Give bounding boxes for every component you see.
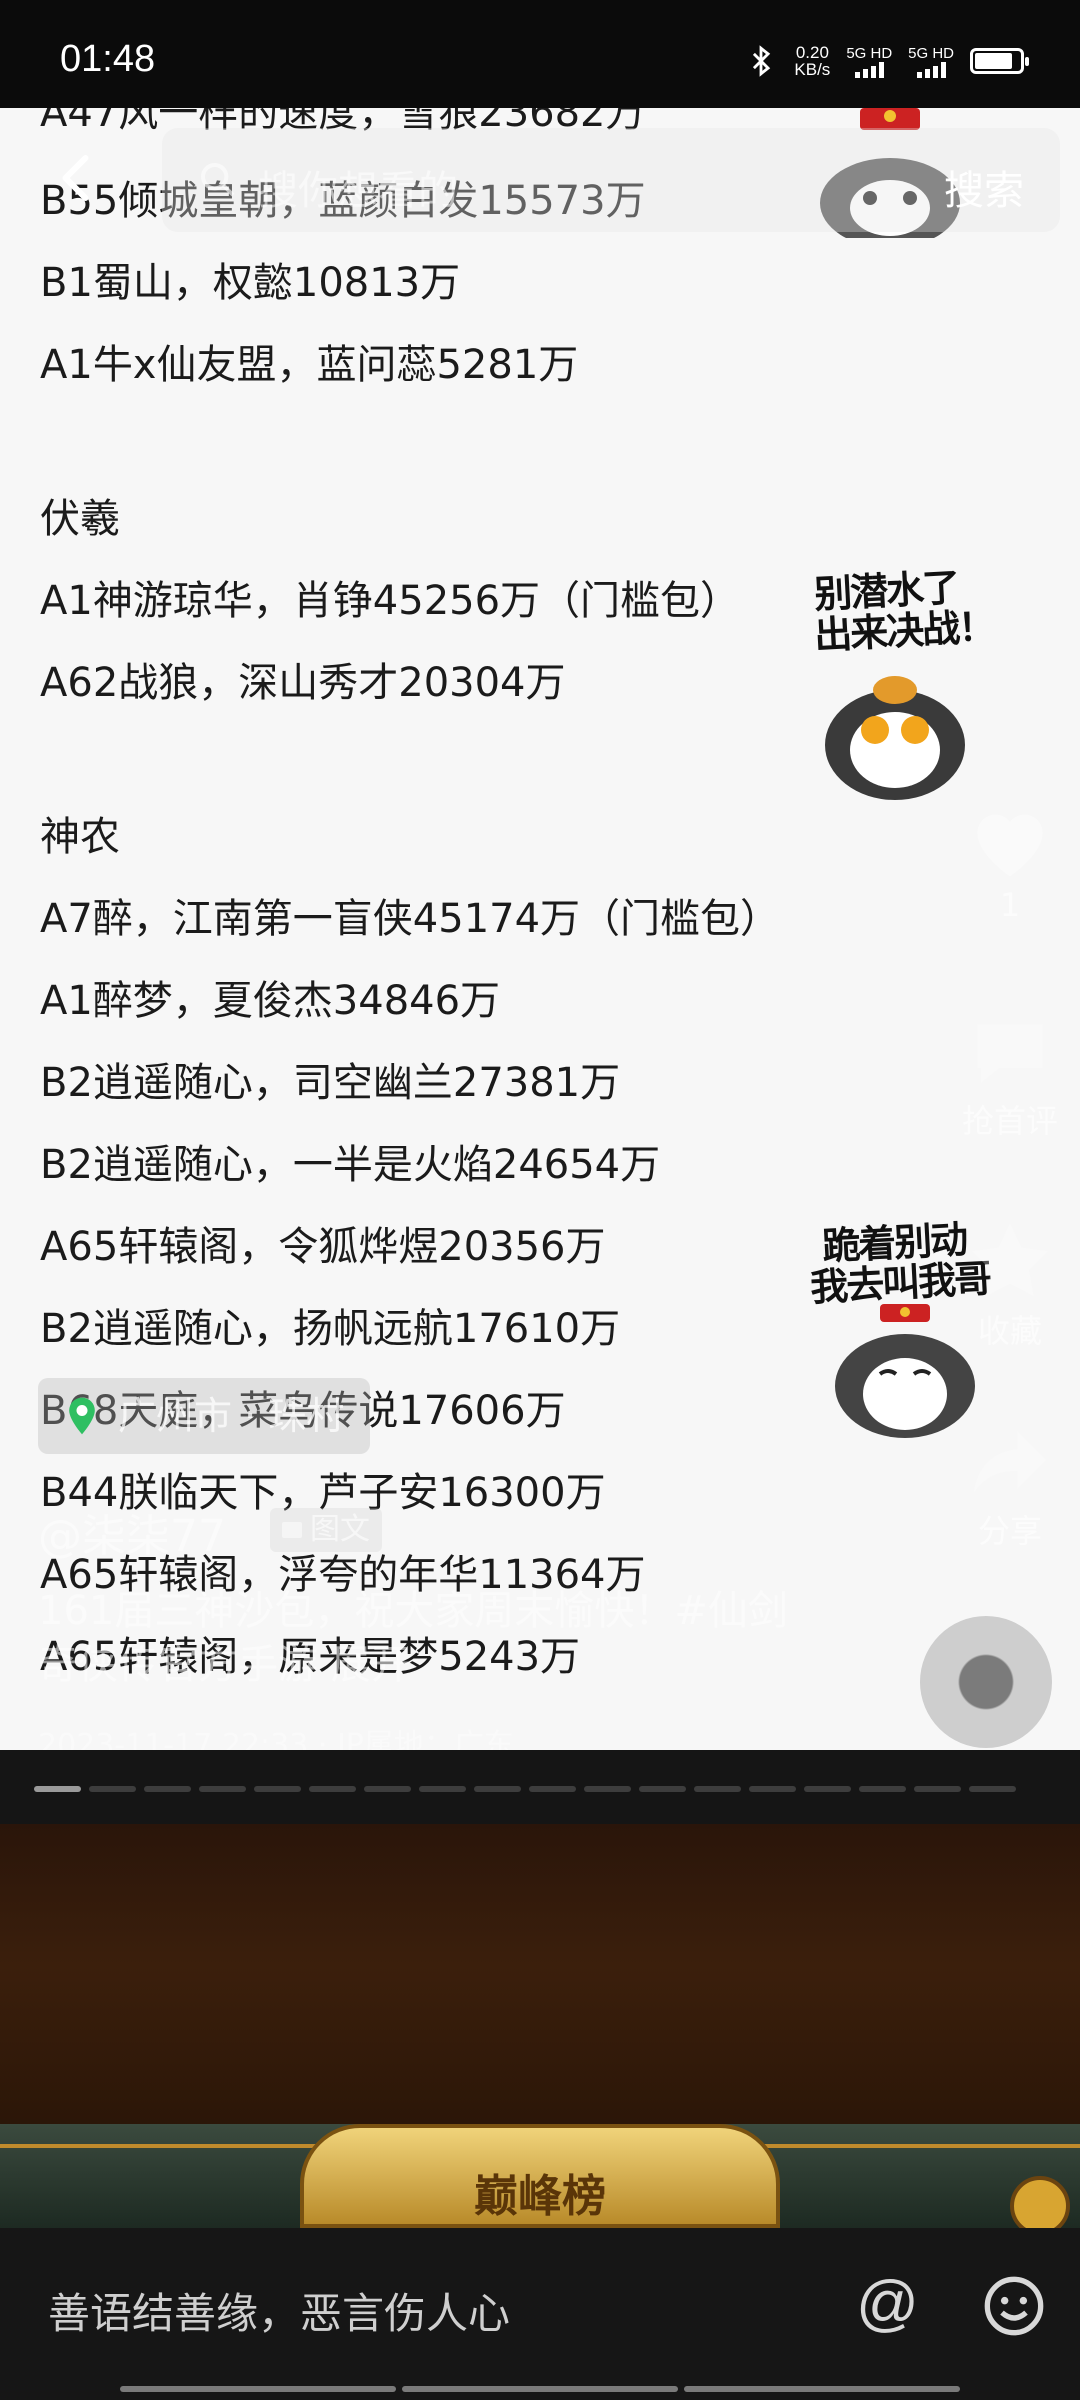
gesture-bar — [120, 2386, 960, 2394]
search-placeholder: 搜你想看的 — [258, 168, 458, 214]
post-line: A1神游琼华，肖铮45256万（门槛包） — [40, 578, 741, 624]
progress-segment — [639, 1786, 686, 1792]
location-pin-icon — [69, 1397, 95, 1435]
sim2-label: 5G HD — [908, 44, 954, 62]
post-line: B2逍遥随心，司空幽兰27381万 — [40, 1060, 621, 1106]
post-line: B2逍遥随心，一半是火焰24654万 — [40, 1142, 661, 1188]
cat-sticker-2: 别潜水了 出来决战！ — [810, 560, 1030, 810]
comment-button[interactable]: 抢首评 — [940, 1010, 1080, 1142]
net-speed: 0.20 KB/s — [794, 44, 830, 78]
heart-icon — [977, 814, 1043, 877]
progress-segments — [34, 1786, 1016, 1792]
net-speed-unit: KB/s — [794, 60, 831, 79]
location-chip[interactable]: 广州市 · 珠村 — [38, 1378, 371, 1454]
progress-segment — [364, 1786, 411, 1792]
post-line: A62战狼，深山秀才20304万 — [40, 660, 566, 706]
favorite-button[interactable]: 收藏 — [940, 1220, 1080, 1352]
status-icons: 0.20 KB/s 5G HD 5G HD — [744, 44, 1029, 78]
post-line: B1蜀山，权懿10813万 — [40, 260, 461, 306]
search-bar[interactable]: 搜你想看的 搜索 — [162, 128, 1060, 232]
post-caption[interactable]: 161届三神沙包，祝大家周末愉快！#仙剑奇侠传官方手游 展开 — [38, 1584, 798, 1692]
progress-segment — [914, 1786, 961, 1792]
share-arrow-icon — [973, 1430, 1047, 1493]
comment-input[interactable]: 善语结善缘，恶言伤人心 — [48, 2280, 510, 2341]
location-text: 广州市 · 珠村 — [118, 1394, 345, 1438]
mention-at-icon[interactable]: @ — [856, 2268, 919, 2339]
progress-segment — [89, 1786, 136, 1792]
signal-sim1-icon: 5G HD — [846, 45, 892, 78]
game-close-icon — [1010, 2176, 1070, 2228]
back-arrow-icon[interactable] — [48, 148, 108, 208]
post-line: B2逍遥随心，扬帆远航17610万 — [40, 1306, 621, 1352]
post-line: A65轩辕阁，令狐烨煜20356万 — [40, 1224, 606, 1270]
progress-segment — [254, 1786, 301, 1792]
author-name[interactable]: @柒柒77 — [38, 1500, 226, 1564]
progress-segment — [474, 1786, 521, 1792]
favorite-label: 收藏 — [977, 1312, 1042, 1350]
plaque-text: 巅峰榜 — [474, 2171, 606, 2222]
net-speed-value: 0.20 — [795, 43, 829, 62]
status-bar: 01:48 0.20 KB/s 5G HD 5G HD — [0, 0, 1080, 108]
next-video-preview[interactable]: 巅峰榜 — [0, 1824, 1080, 2228]
post-type-tag: 图文 — [270, 1508, 382, 1552]
progress-segment — [34, 1786, 81, 1792]
progress-segment — [749, 1786, 796, 1792]
emoji-icon[interactable] — [982, 2274, 1046, 2338]
share-label: 分享 — [977, 1512, 1042, 1550]
top-bar: 搜你想看的 搜索 — [0, 118, 1080, 242]
progress-segment — [144, 1786, 191, 1792]
music-disc-icon[interactable] — [920, 1616, 1052, 1748]
post-type-label: 图文 — [310, 1512, 370, 1547]
post-section-heading: 神农 — [40, 814, 120, 860]
progress-segment — [969, 1786, 1016, 1792]
star-icon — [971, 1223, 1049, 1296]
game-plaque: 巅峰榜 — [300, 2124, 780, 2228]
bluetooth-icon — [753, 45, 771, 77]
sim1-label: 5G HD — [846, 44, 893, 62]
progress-segment — [309, 1786, 356, 1792]
status-time: 01:48 — [60, 38, 156, 80]
image-progress-bar — [0, 1750, 1080, 1824]
comment-bar: 善语结善缘，恶言伤人心 @ — [0, 2228, 1080, 2400]
progress-segment — [199, 1786, 246, 1792]
progress-segment — [584, 1786, 631, 1792]
progress-segment — [694, 1786, 741, 1792]
battery-icon — [970, 48, 1029, 74]
post-line: A7醉，江南第一盲侠45174万（门槛包） — [40, 896, 781, 942]
post-line: A1醉梦，夏俊杰34846万 — [40, 978, 501, 1024]
post-section-heading: 伏羲 — [40, 496, 120, 542]
signal-sim2-icon: 5G HD — [908, 45, 954, 78]
progress-segment — [804, 1786, 851, 1792]
comment-label: 抢首评 — [961, 1102, 1058, 1140]
comment-icon — [977, 1024, 1043, 1083]
post-line: A1牛x仙友盟，蓝问蕊5281万 — [40, 342, 579, 388]
like-count: 1 — [999, 886, 1021, 924]
image-icon — [282, 1522, 302, 1538]
share-button[interactable]: 分享 — [940, 1420, 1080, 1552]
progress-segment — [859, 1786, 906, 1792]
progress-segment — [419, 1786, 466, 1792]
search-button[interactable]: 搜索 — [944, 158, 1024, 216]
like-button[interactable]: 1 — [940, 800, 1080, 924]
progress-segment — [529, 1786, 576, 1792]
search-icon — [201, 163, 235, 197]
